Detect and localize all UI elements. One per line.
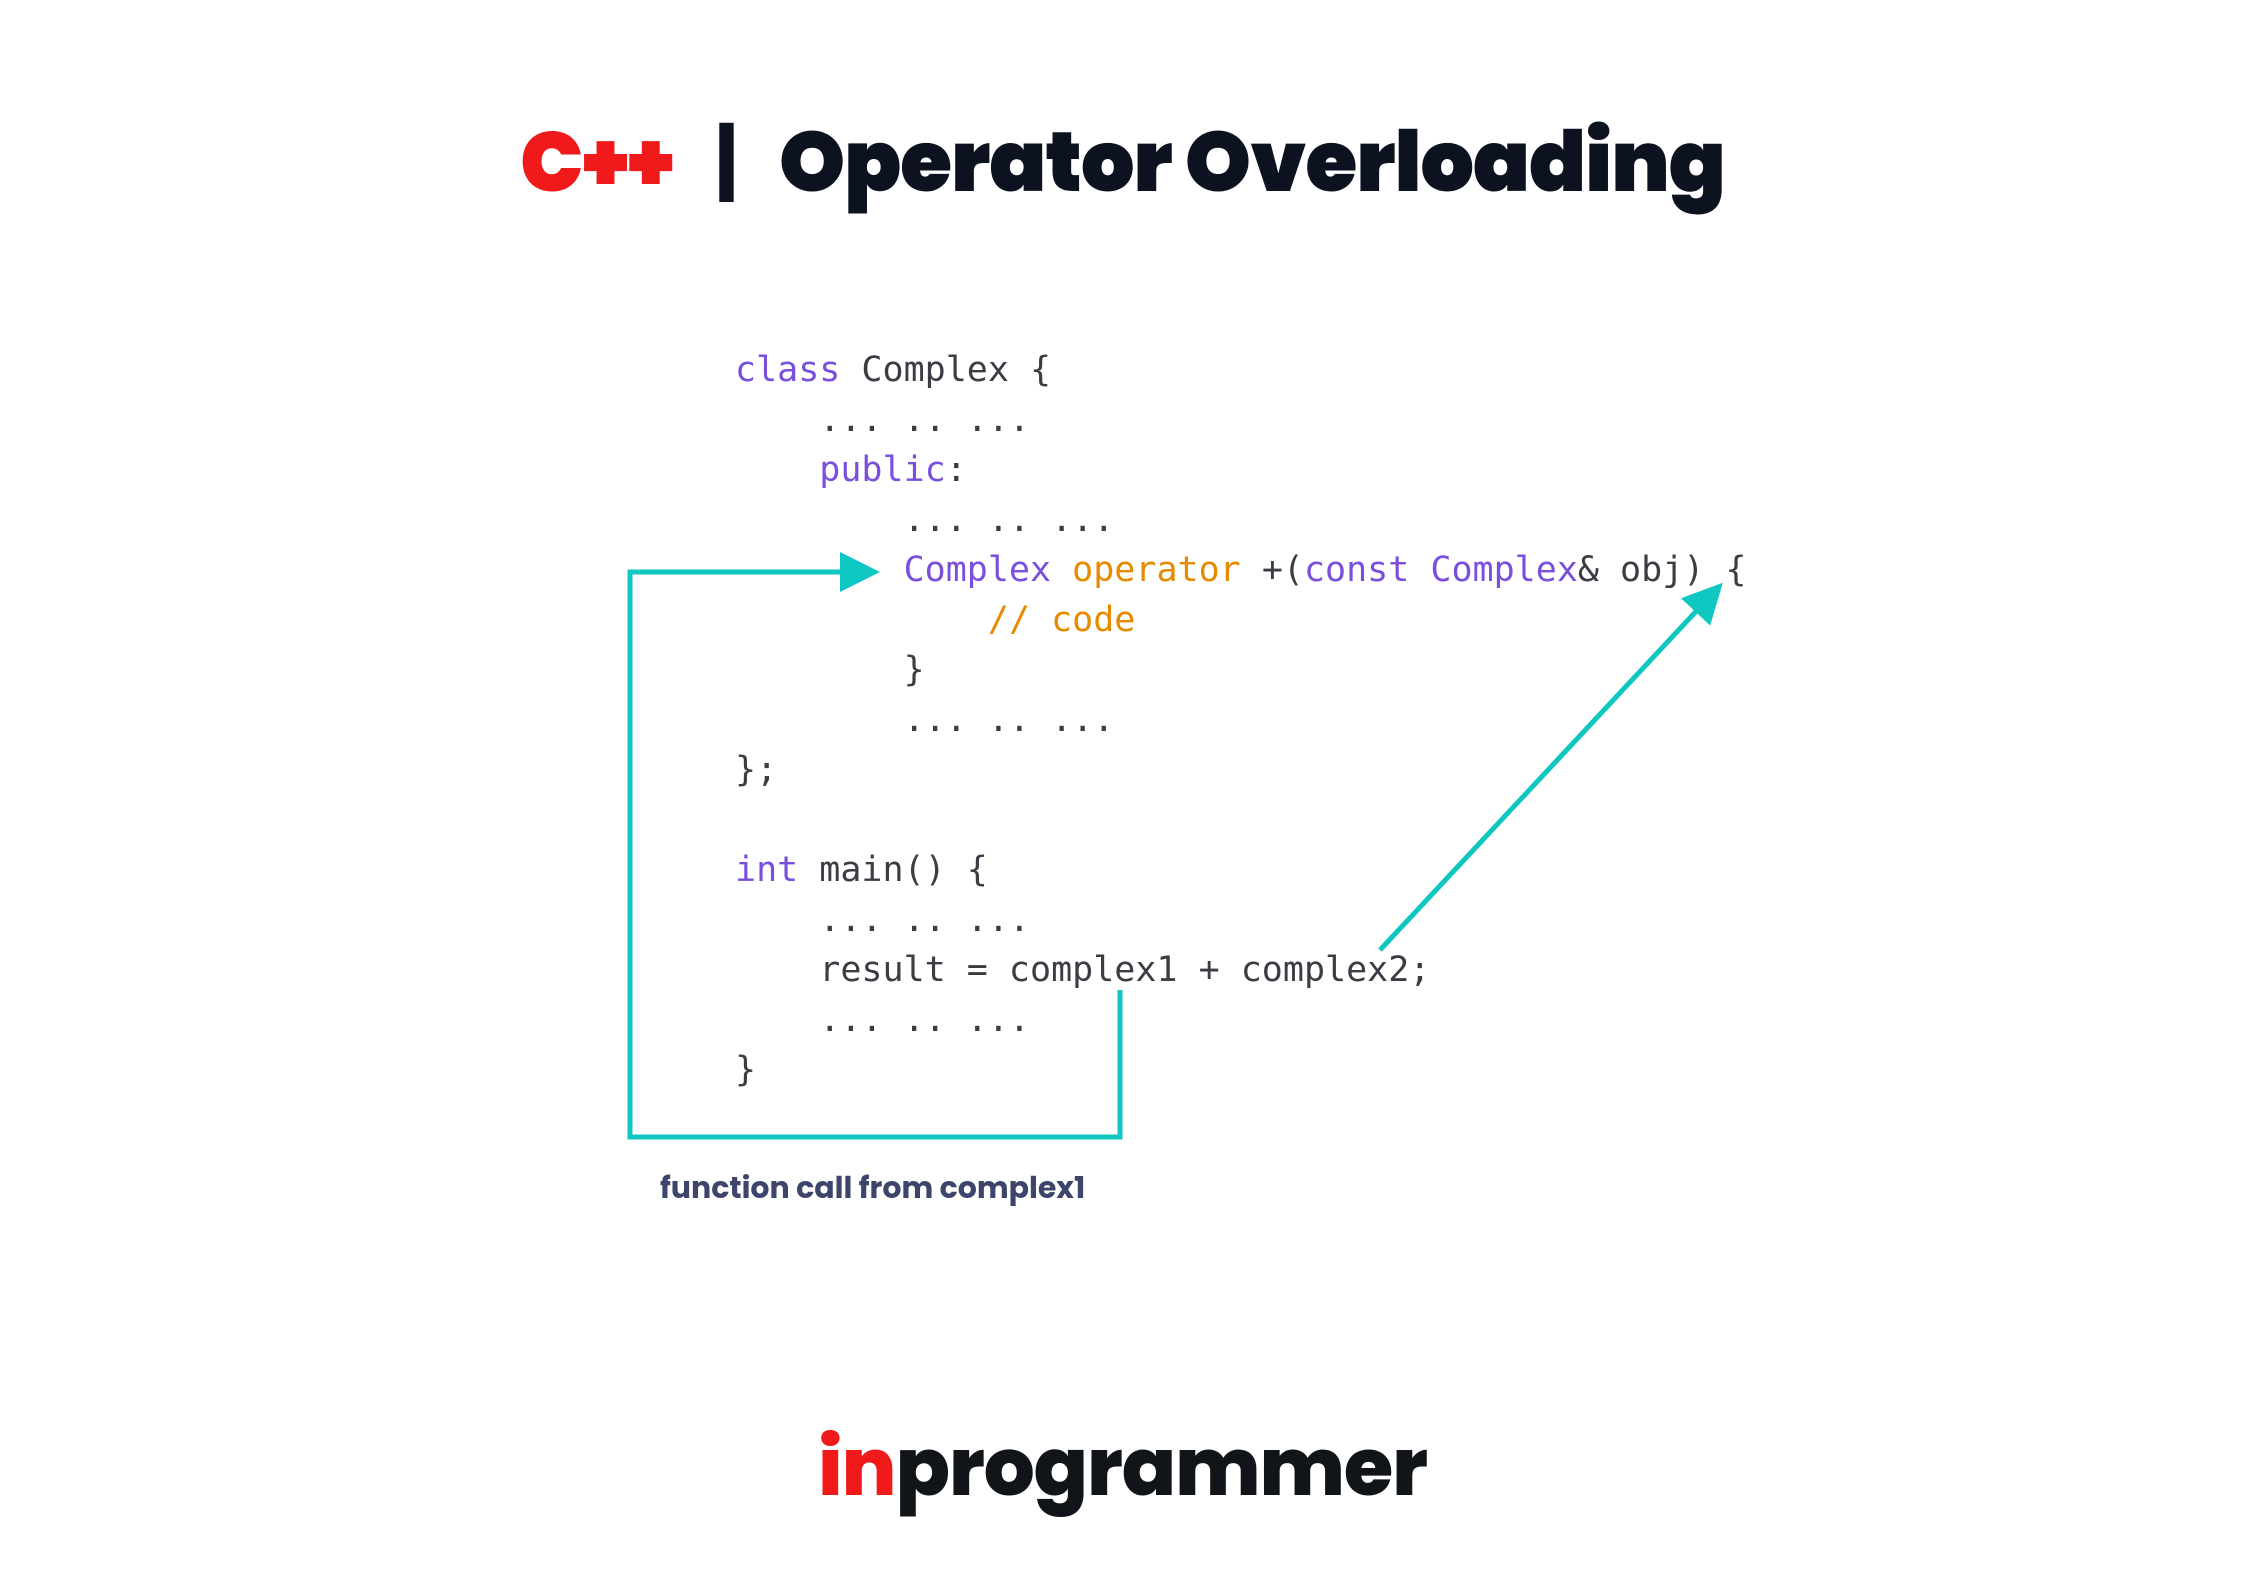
code-text: } [735, 1050, 756, 1090]
code-text [735, 600, 988, 640]
page: C++ | Operator Overloading class Complex… [0, 0, 2245, 1587]
kw-int: int [735, 850, 798, 890]
kw-public: public [735, 450, 946, 490]
brand-logo: inprogrammer [0, 1407, 2245, 1527]
page-title: C++ | Operator Overloading [0, 100, 2245, 225]
brand-in: in [818, 1411, 896, 1523]
annotation-label: function call from complex1 [660, 1165, 1085, 1211]
code-text [735, 550, 904, 590]
title-topic: Operator Overloading [779, 104, 1725, 221]
code-block: class Complex { ... .. ... public: ... .… [735, 345, 1746, 1095]
code-text: ... .. ... [735, 1000, 1030, 1040]
code-text: +( [1262, 550, 1304, 590]
code-text: main() { [798, 850, 988, 890]
kw-type-complex: Complex [904, 550, 1073, 590]
code-text: ... .. ... [735, 700, 1114, 740]
code-text: ... .. ... [735, 500, 1114, 540]
title-cpp: C++ [520, 104, 673, 221]
code-text: ... .. ... [735, 400, 1030, 440]
kw-class: class [735, 350, 840, 390]
code-text: & obj) { [1578, 550, 1747, 590]
code-comment: // code [988, 600, 1136, 640]
code-text: : [946, 450, 967, 490]
code-text: result = complex1 + complex2; [735, 950, 1430, 990]
code-text: Complex { [840, 350, 1051, 390]
code-text: ... .. ... [735, 900, 1030, 940]
brand-rest: programmer [896, 1411, 1427, 1523]
kw-const: const [1304, 550, 1409, 590]
kw-type-complex: Complex [1409, 550, 1578, 590]
kw-operator: operator [1072, 550, 1262, 590]
code-text: } [735, 650, 925, 690]
code-text: }; [735, 750, 777, 790]
title-separator: | [714, 104, 737, 221]
